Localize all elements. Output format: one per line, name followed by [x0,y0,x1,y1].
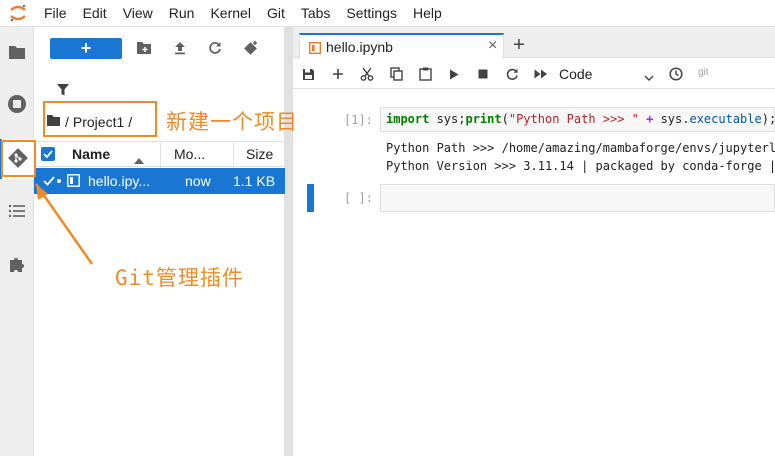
running-sessions-tab[interactable] [0,85,34,125]
notebook-file-icon [67,174,80,190]
running-icon [7,94,27,117]
menu-git[interactable]: Git [259,0,293,27]
chevron-down-icon [644,68,654,84]
code-token: import [386,112,430,126]
cell-2-code-editor[interactable] [380,184,775,212]
select-all-checkbox[interactable] [41,147,55,161]
tab-hello-ipynb[interactable]: hello.ipynb × [299,33,504,59]
cell-1-code-editor[interactable]: import sys;print("Python Path >>> " + sy… [380,107,775,132]
file-size: 1.1 KB [233,173,276,189]
file-browser-toolbar: + [34,35,285,63]
copy-icon[interactable] [387,65,405,83]
git-toolbar-label[interactable]: git [698,67,709,78]
run-icon[interactable] [445,65,463,83]
menu-file[interactable]: File [36,0,75,27]
code-token: ( [501,112,509,126]
file-modified: now [185,173,211,189]
output-line: Python Path >>> /home/amazing/mambaforge… [386,141,775,155]
file-browser-panel: + / Project1 / Name Mo... Size hello.ipy… [34,27,285,456]
menu-kernel[interactable]: Kernel [202,0,258,27]
toc-icon [8,204,26,221]
paste-icon[interactable] [416,65,434,83]
tab-label: hello.ipynb [326,39,393,55]
column-divider[interactable] [160,142,161,168]
code-token: "Python Path >>> " [508,112,639,126]
cell-1-prompt: [1]: [344,113,373,127]
activity-bar [0,27,34,456]
jupyter-logo-icon [0,0,36,27]
notebook-tab-icon [308,41,322,55]
annotation-box-git [1,140,36,177]
column-header-name[interactable]: Name [72,146,110,162]
menu-tabs[interactable]: Tabs [293,0,339,27]
new-folder-icon[interactable] [135,39,153,57]
annotation-project-label: 新建一个项目 [166,110,298,134]
file-browser-tab[interactable] [0,33,34,73]
running-indicator-dot [57,179,61,183]
cut-icon[interactable] [358,65,376,83]
notebook-area: hello.ipynb × + Code git [1]: import sys… [293,27,775,456]
cell-1-output: Python Path >>> /home/amazing/mambaforge… [386,139,775,175]
output-line: Python Version >>> 3.11.14 | packaged by… [386,159,775,173]
folder-icon [8,44,26,63]
close-icon[interactable]: × [488,37,497,55]
extension-manager-tab[interactable] [0,245,34,285]
code-token: + [638,112,661,126]
code-token: sys; [429,112,466,126]
fast-forward-icon[interactable] [532,65,550,83]
column-divider[interactable] [233,142,234,168]
refresh-icon[interactable] [206,39,224,57]
table-of-contents-tab[interactable] [0,192,34,232]
column-header-modified[interactable]: Mo... [174,146,205,162]
cell-2-prompt: [ ]: [344,191,373,205]
extension-icon [8,255,26,276]
cell-type-dropdown[interactable]: Code [559,64,659,84]
save-icon[interactable] [299,65,317,83]
restart-icon[interactable] [503,65,521,83]
new-tab-button[interactable]: + [507,33,531,57]
menu-bar: File Edit View Run Kernel Git Tabs Setti… [0,0,775,27]
git-clone-icon[interactable] [242,39,260,57]
menu-settings[interactable]: Settings [338,0,405,27]
notebook-toolbar: Code git [293,59,775,89]
menu-run[interactable]: Run [161,0,203,27]
code-token: );p [761,112,774,126]
annotation-git-label: Git管理插件 [115,266,244,290]
upload-icon[interactable] [171,39,189,57]
menu-edit[interactable]: Edit [75,0,115,27]
tab-bar: hello.ipynb × + [293,27,775,59]
active-cell-indicator[interactable] [307,184,314,212]
file-name: hello.ipy... [88,173,150,189]
file-list-item[interactable]: hello.ipy... now 1.1 KB [34,168,285,194]
column-header-size[interactable]: Size [246,146,273,162]
annotation-box-project [43,101,157,137]
stop-icon[interactable] [474,65,492,83]
file-listing-header: Name Mo... Size [34,141,285,168]
filter-icon[interactable] [56,83,76,99]
code-token: sys. [660,112,690,126]
clock-icon[interactable] [667,65,685,83]
add-cell-icon[interactable] [329,65,347,83]
code-token: print [465,112,502,126]
code-token: executable [689,112,762,126]
menu-view[interactable]: View [115,0,161,27]
menu-help[interactable]: Help [405,0,450,27]
panel-splitter[interactable] [285,27,293,456]
sort-ascending-icon[interactable] [134,151,144,167]
new-launcher-button[interactable]: + [50,38,122,59]
row-checkbox-checked-icon[interactable] [43,174,55,190]
cell-type-value: Code [559,66,593,82]
